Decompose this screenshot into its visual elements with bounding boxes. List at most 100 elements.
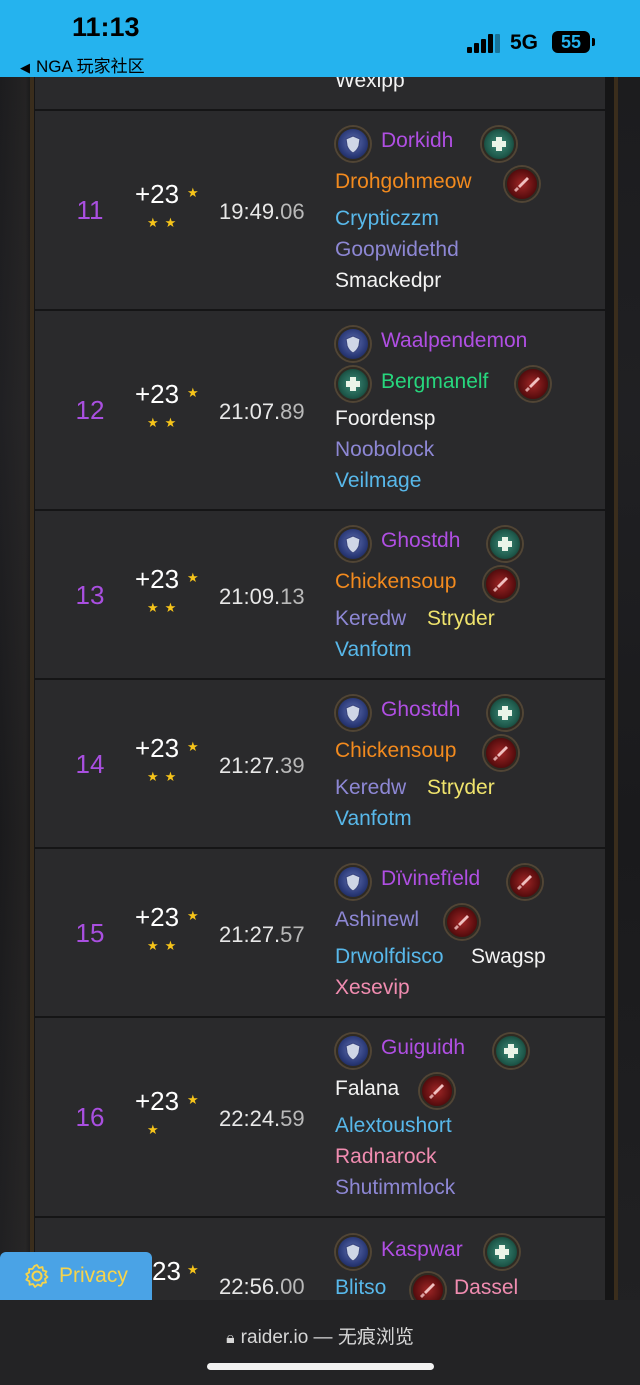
tank-shield-icon [336, 865, 370, 899]
gear-icon [25, 1264, 49, 1288]
member-name[interactable]: Ghostdh [381, 698, 460, 722]
healer-cross-icon [488, 696, 522, 730]
star-icon: ★ [187, 185, 199, 200]
member-name[interactable]: Alextoushort [335, 1114, 452, 1138]
network-type: 5G [510, 31, 539, 54]
member-name[interactable]: Waalpendemon [381, 329, 527, 353]
run-time-main: 21:09. [219, 584, 281, 609]
lock-icon: 🔒︎ [226, 1330, 235, 1347]
star-icon: ★ [187, 570, 199, 585]
run-time-ms: 06 [280, 199, 305, 224]
member-name[interactable]: Vanfotm [335, 807, 412, 831]
run-time-ms: 89 [280, 399, 305, 424]
upgrade-stars: ★★ [147, 600, 183, 615]
table-row-partial[interactable]: Wexipp [35, 69, 605, 109]
url-text: raider.io — 无痕浏览 [240, 1327, 414, 1348]
healer-cross-icon [482, 127, 516, 161]
member-name[interactable]: Vanfotm [335, 638, 412, 662]
member-name[interactable]: Keredw [335, 607, 406, 631]
member-name[interactable]: Chickensoup [335, 570, 456, 594]
run-time: 21:27.39 [219, 753, 305, 779]
run-time-ms: 57 [280, 922, 305, 947]
member-name[interactable]: Keredw [335, 776, 406, 800]
member-name[interactable]: Noobolock [335, 438, 434, 462]
rank: 15 [75, 918, 105, 948]
dps-sword-icon [411, 1273, 445, 1300]
run-time-main: 21:27. [219, 922, 281, 947]
member-name[interactable]: Crypticzzm [335, 207, 439, 231]
member-name[interactable]: Bergmanelf [381, 370, 488, 394]
healer-cross-icon [485, 1235, 519, 1269]
member-name[interactable]: Dïvinefïeld [381, 867, 480, 891]
rank: 11 [76, 195, 104, 225]
keystone-level: +23 [135, 179, 180, 209]
member-name[interactable]: Blitso [335, 1276, 386, 1300]
member-name[interactable]: Veilmage [335, 469, 421, 493]
privacy-label: Privacy [59, 1264, 128, 1287]
member-name[interactable]: Ashinewl [335, 908, 419, 932]
keystone-level: +23 [135, 902, 180, 932]
member-name[interactable]: Stryder [427, 607, 495, 631]
table-row[interactable]: 16 +23 ★ ★ 22:24.59 Guiguidh Falana Alex… [35, 1018, 605, 1216]
member-name[interactable]: Goopwidethd [335, 238, 459, 262]
run-time-main: 22:24. [219, 1106, 281, 1131]
dps-sword-icon [445, 905, 479, 939]
table-row[interactable]: 11 +23 ★ ★★ 19:49.06 Dorkidh Drohgohmeow… [35, 111, 605, 309]
member-name[interactable]: Kaspwar [381, 1238, 463, 1262]
tank-shield-icon [336, 527, 370, 561]
member-name[interactable]: Dorkidh [381, 129, 453, 153]
table-row[interactable]: 13 +23 ★ ★★ 21:09.13 Ghostdh Chickensoup… [35, 511, 605, 678]
run-time: 21:09.13 [219, 584, 305, 610]
address-bar[interactable]: 🔒︎ raider.io — 无痕浏览 [0, 1322, 640, 1349]
table-row[interactable]: 12 +23 ★ ★★ 21:07.89 Waalpendemon Bergma… [35, 311, 605, 509]
upgrade-stars: ★★ [147, 215, 183, 230]
rank: 14 [75, 749, 105, 779]
run-time-main: 21:07. [219, 399, 281, 424]
member-name[interactable]: Chickensoup [335, 739, 456, 763]
run-time: 22:56.00 [219, 1274, 305, 1300]
run-time: 22:24.59 [219, 1106, 305, 1132]
rank: 13 [75, 580, 105, 610]
keystone-level: +23 [135, 564, 180, 594]
member-name[interactable]: Shutimmlock [335, 1176, 455, 1200]
browser-bottom-bar: 🔒︎ raider.io — 无痕浏览 [0, 1300, 640, 1385]
star-icon: ★ [187, 1092, 199, 1107]
keystone-level: +23 [135, 1086, 180, 1116]
run-time-ms: 13 [280, 584, 305, 609]
run-time: 19:49.06 [219, 199, 305, 225]
table-row[interactable]: 15 +23 ★ ★★ 21:27.57 Dïvinefïeld Ashinew… [35, 849, 605, 1016]
member-name[interactable]: Drohgohmeow [335, 170, 472, 194]
table-row[interactable]: 14 +23 ★ ★★ 21:27.39 Ghostdh Chickensoup… [35, 680, 605, 847]
star-icon: ★ [187, 908, 199, 923]
member-name[interactable]: Swagsp [471, 945, 546, 969]
dps-sword-icon [484, 567, 518, 601]
dps-sword-icon [484, 736, 518, 770]
run-time-main: 22:56. [219, 1274, 281, 1299]
status-bar: 11:13 ◀ NGA 玩家社区 5G 55 [0, 0, 640, 77]
tank-shield-icon [336, 327, 370, 361]
keystone-level: +23 [135, 379, 180, 409]
tank-shield-icon [336, 1034, 370, 1068]
member-name[interactable]: Foordensp [335, 407, 435, 431]
tank-shield-icon [336, 1235, 370, 1269]
star-icon: ★ [187, 385, 199, 400]
member-name[interactable]: Smackedpr [335, 269, 441, 293]
member-name[interactable]: Xesevip [335, 976, 410, 1000]
privacy-button[interactable]: Privacy [0, 1252, 152, 1300]
dps-sword-icon [420, 1074, 454, 1108]
member-name[interactable]: Falana [335, 1077, 399, 1101]
back-to-app-link[interactable]: ◀ NGA 玩家社区 [20, 52, 145, 77]
member-name[interactable]: Guiguidh [381, 1036, 465, 1060]
member-name[interactable]: Stryder [427, 776, 495, 800]
upgrade-stars: ★★ [147, 769, 183, 784]
member-name[interactable]: Ghostdh [381, 529, 460, 553]
home-indicator[interactable] [207, 1363, 434, 1370]
rank: 12 [75, 395, 105, 425]
member-name[interactable]: Radnarock [335, 1145, 437, 1169]
member-name[interactable]: Dassel [454, 1276, 518, 1300]
member-name[interactable]: Drwolfdisco [335, 945, 444, 969]
back-app-label: NGA 玩家社区 [36, 57, 145, 76]
keystone-level: +23 [135, 733, 180, 763]
run-time-ms: 59 [280, 1106, 305, 1131]
dps-sword-icon [505, 167, 539, 201]
